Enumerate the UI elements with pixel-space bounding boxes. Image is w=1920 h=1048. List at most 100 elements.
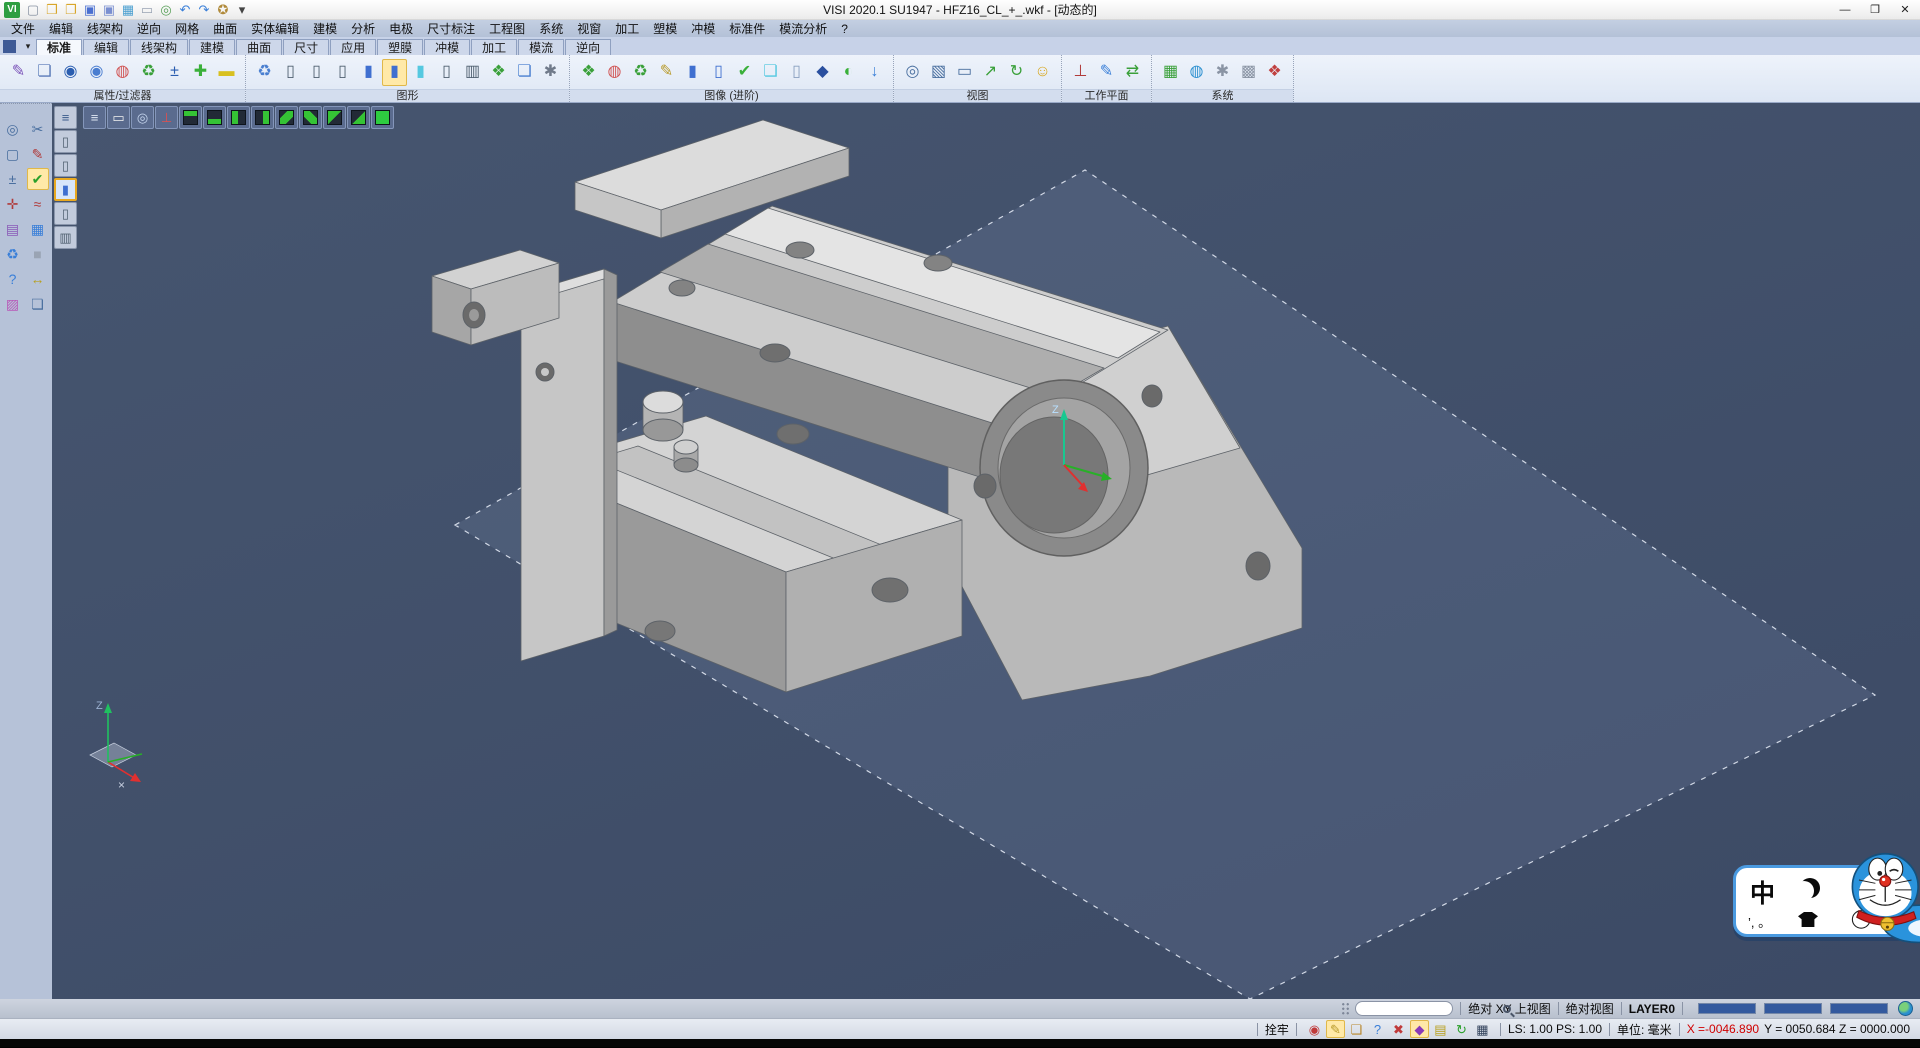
menu-item-1[interactable]: 编辑	[42, 19, 80, 38]
ribbon-tab-11[interactable]: 逆向	[565, 39, 611, 55]
sketch-curve-button[interactable]: ✎	[27, 143, 49, 165]
menu-item-16[interactable]: 冲模	[684, 19, 722, 38]
menu-item-9[interactable]: 电极	[382, 19, 420, 38]
strip-layer-3-button[interactable]: ▯	[54, 202, 77, 225]
layer-cyan-button[interactable]: ▮	[408, 59, 433, 86]
strip-layer-current-button[interactable]: ▮	[54, 178, 77, 201]
scale-indicator[interactable]: LS: 1.00 PS: 1.00	[1508, 1022, 1602, 1036]
zoom-window-button[interactable]: ▢	[2, 143, 24, 165]
solid-slim-button[interactable]: ▯	[706, 59, 731, 86]
snap-settings-button[interactable]: ◉	[1305, 1020, 1324, 1038]
view-shaded-button[interactable]	[371, 106, 394, 129]
strip-layer-striped-button[interactable]: ▥	[54, 226, 77, 249]
ribbon-tab-8[interactable]: 冲模	[424, 39, 470, 55]
view-bottom-button[interactable]	[203, 106, 226, 129]
ribbon-tab-5[interactable]: 尺寸	[283, 39, 329, 55]
ribbon-tab-9[interactable]: 加工	[471, 39, 517, 55]
print-button[interactable]: ▭	[138, 1, 156, 19]
layer-swatch-0[interactable]	[1698, 1003, 1756, 1014]
save-all-button[interactable]: ▦	[119, 1, 137, 19]
wcs-edit-button[interactable]: ✎	[654, 59, 679, 86]
render-options-button[interactable]: ☺	[1030, 59, 1055, 86]
system-grid-button[interactable]: ▩	[1236, 59, 1261, 86]
copy-attributes-button[interactable]: ❏	[32, 59, 57, 86]
new-file-button[interactable]: ▢	[24, 1, 42, 19]
zoom-extents-button[interactable]: ◎	[2, 118, 24, 140]
view-back-button[interactable]	[299, 106, 322, 129]
maximize-button[interactable]: ❐	[1860, 0, 1890, 19]
search-box[interactable]	[1355, 1001, 1453, 1016]
print-preview-button[interactable]: ◎	[157, 1, 175, 19]
menu-item-13[interactable]: 视窗	[570, 19, 608, 38]
viewport-layout-button[interactable]: ▦	[1473, 1020, 1492, 1038]
pick-wand-button[interactable]: ✎	[1326, 1020, 1345, 1038]
shirt-icon[interactable]	[1798, 912, 1818, 927]
ucs-move-button[interactable]: ✛	[2, 193, 24, 215]
minimize-button[interactable]: —	[1830, 0, 1860, 19]
ribbon-tab-0[interactable]: 标准	[36, 39, 82, 55]
system-gear-button[interactable]: ✱	[1210, 59, 1235, 86]
strip-layer-2-button[interactable]: ▯	[54, 154, 77, 177]
menu-item-18[interactable]: 模流分析	[772, 19, 834, 38]
view-left-button[interactable]	[227, 106, 250, 129]
solid-view-button[interactable]: ▮	[680, 59, 705, 86]
system-plot-button[interactable]: ❖	[1262, 59, 1287, 86]
rotate-view-button[interactable]: ↻	[1004, 59, 1029, 86]
ribbon-tab-10[interactable]: 模流	[518, 39, 564, 55]
ime-punct-comma[interactable]: ’,	[1748, 915, 1755, 930]
menu-item-0[interactable]: 文件	[4, 19, 42, 38]
redo-button[interactable]: ↷	[195, 1, 213, 19]
snap-off-button[interactable]: ✖	[1389, 1020, 1408, 1038]
system-globe-button[interactable]: ◍	[1184, 59, 1209, 86]
user-profile-button[interactable]: ✪	[214, 1, 232, 19]
ribbon-tab-3[interactable]: 建模	[189, 39, 235, 55]
menu-item-14[interactable]: 加工	[608, 19, 646, 38]
ucs-axis-button[interactable]: ⊥	[155, 106, 178, 129]
ribbon-tab-1[interactable]: 编辑	[83, 39, 129, 55]
menu-item-17[interactable]: 标准件	[722, 19, 772, 38]
refresh-layers-button[interactable]: ♻	[252, 59, 277, 86]
menu-item-4[interactable]: 网格	[168, 19, 206, 38]
box-transparent-button[interactable]: ❏	[758, 59, 783, 86]
layer-swatch-1[interactable]	[1764, 1003, 1822, 1014]
menu-item-10[interactable]: 尺寸标注	[420, 19, 482, 38]
refresh-visibility-button[interactable]: ♻	[136, 59, 161, 86]
strip-menu-button[interactable]: ≡	[54, 106, 77, 129]
absolute-view-indicator[interactable]: 绝对视图	[1566, 1000, 1614, 1017]
strip-layer-1-button[interactable]: ▯	[54, 130, 77, 153]
ribbon-tab-2[interactable]: 线架构	[130, 39, 188, 55]
drag-mode-button[interactable]: ❏	[1347, 1020, 1366, 1038]
save-as-button[interactable]: ▣	[100, 1, 118, 19]
system-windows-button[interactable]: ▦	[1158, 59, 1183, 86]
close-button[interactable]: ✕	[1890, 0, 1920, 19]
show-all-button[interactable]: ✚	[188, 59, 213, 86]
layer-manager-button[interactable]: ▤	[1431, 1020, 1450, 1038]
menu-item-2[interactable]: 线架构	[80, 19, 130, 38]
save-button[interactable]: ▣	[81, 1, 99, 19]
toggle-visibility-button[interactable]: ±	[162, 59, 187, 86]
modify-attributes-button[interactable]: ✎	[6, 59, 31, 86]
regen-button[interactable]: ♻	[2, 243, 24, 265]
active-layer-indicator[interactable]: LAYER0	[1629, 1002, 1675, 1016]
layer-empty-3-button[interactable]: ▯	[330, 59, 355, 86]
ime-mode-chinese[interactable]: 中	[1750, 874, 1775, 910]
ribbon-tab-7[interactable]: 塑膜	[377, 39, 423, 55]
menu-item-7[interactable]: 建模	[306, 19, 344, 38]
undo-button[interactable]: ↶	[176, 1, 194, 19]
toolbar-grip[interactable]	[1341, 1002, 1350, 1015]
menu-item-5[interactable]: 曲面	[206, 19, 244, 38]
import-file-button[interactable]: ❐	[62, 1, 80, 19]
workplane-axis-button[interactable]: ⊥	[1068, 59, 1093, 86]
confirm-button[interactable]: ✔	[27, 168, 49, 190]
auto-rotate-button[interactable]: ↻	[1452, 1020, 1471, 1038]
menu-item-12[interactable]: 系统	[532, 19, 570, 38]
units-indicator[interactable]: 单位: 毫米	[1617, 1021, 1672, 1038]
viewport-3d[interactable]: Z Z × ≡▯▯▮▯▥ ≡▭◎⊥ 中 ’,	[52, 103, 1920, 999]
lock-toggle[interactable]: 拴牢	[1265, 1021, 1289, 1038]
zoom-one-to-one-button[interactable]: ▭	[952, 59, 977, 86]
layer-empty-1-button[interactable]: ▯	[278, 59, 303, 86]
layer-swatch-2[interactable]	[1830, 1003, 1888, 1014]
ime-punct-period[interactable]: 。	[1758, 915, 1771, 930]
wcs-filter-button[interactable]: ◍	[602, 59, 627, 86]
erase-button[interactable]: ✂	[27, 118, 49, 140]
